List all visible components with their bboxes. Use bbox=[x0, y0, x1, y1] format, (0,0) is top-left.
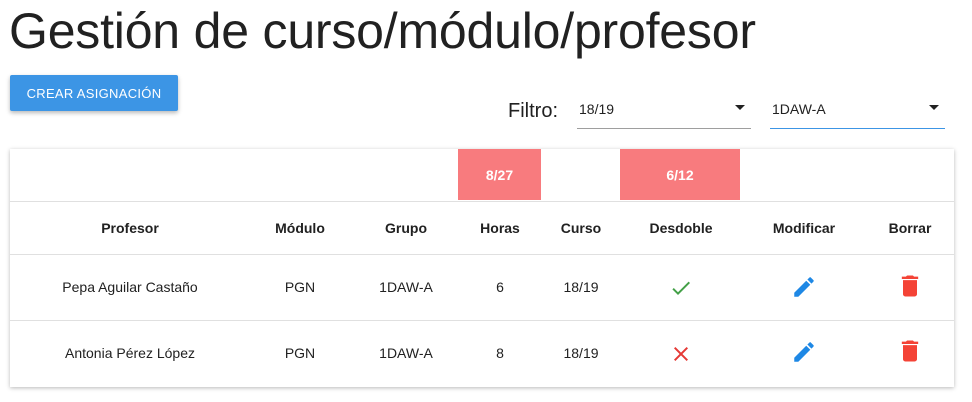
pencil-icon bbox=[794, 342, 814, 362]
divider bbox=[10, 201, 954, 202]
divider bbox=[10, 320, 954, 321]
trash-icon bbox=[901, 275, 919, 297]
teacher-cell: Antonia Pérez López bbox=[65, 345, 195, 361]
course-cell: 18/19 bbox=[563, 279, 599, 295]
page-title: Gestión de curso/módulo/profesor bbox=[9, 3, 756, 59]
filter-label: Filtro: bbox=[508, 100, 558, 122]
check-icon bbox=[669, 276, 693, 300]
delete-button[interactable] bbox=[896, 337, 924, 365]
teacher-cell: Pepa Aguilar Castaño bbox=[62, 279, 198, 295]
header-split: Desdoble bbox=[649, 220, 713, 236]
close-icon bbox=[669, 342, 693, 366]
assignments-table-card: 8/27 6/12 Profesor Módulo Grupo Horas Cu… bbox=[10, 149, 954, 387]
chevron-down-icon bbox=[929, 105, 939, 110]
hours-summary-badge: 8/27 bbox=[458, 149, 541, 200]
hours-cell: 8 bbox=[496, 345, 504, 361]
header-module: Módulo bbox=[275, 220, 325, 236]
group-cell: 1DAW-A bbox=[379, 345, 433, 361]
header-teacher: Profesor bbox=[101, 220, 159, 236]
header-edit: Modificar bbox=[772, 220, 836, 236]
module-cell: PGN bbox=[284, 279, 316, 295]
header-group: Grupo bbox=[385, 220, 427, 236]
year-select-value: 18/19 bbox=[579, 101, 615, 117]
hours-cell: 6 bbox=[496, 279, 504, 295]
year-select[interactable]: 18/19 bbox=[577, 93, 751, 129]
header-delete: Borrar bbox=[888, 220, 932, 236]
create-assignment-button[interactable]: CREAR ASIGNACIÓN bbox=[10, 75, 178, 111]
split-summary-badge: 6/12 bbox=[620, 149, 740, 200]
pencil-icon bbox=[794, 277, 814, 297]
edit-button[interactable] bbox=[791, 274, 817, 300]
course-cell: 18/19 bbox=[563, 345, 599, 361]
module-cell: PGN bbox=[284, 345, 316, 361]
divider bbox=[10, 254, 954, 255]
header-course: Curso bbox=[560, 220, 602, 236]
trash-icon bbox=[901, 340, 919, 362]
group-select-value: 1DAW-A bbox=[772, 101, 826, 117]
edit-button[interactable] bbox=[791, 339, 817, 365]
chevron-down-icon bbox=[735, 105, 745, 110]
group-cell: 1DAW-A bbox=[379, 279, 433, 295]
header-hours: Horas bbox=[480, 220, 520, 236]
delete-button[interactable] bbox=[896, 272, 924, 300]
group-select[interactable]: 1DAW-A bbox=[770, 93, 945, 129]
